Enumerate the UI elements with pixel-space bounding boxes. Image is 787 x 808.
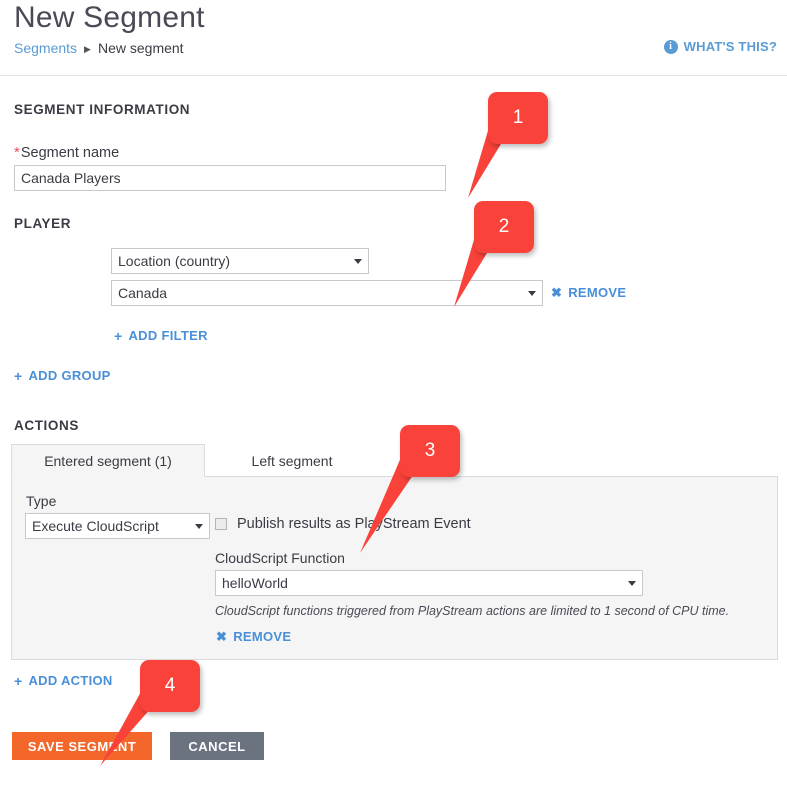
type-label: Type — [26, 493, 57, 509]
header-divider — [0, 75, 787, 76]
remove-action-label: REMOVE — [233, 629, 292, 644]
add-group-link[interactable]: + ADD GROUP — [14, 368, 111, 383]
page-title: New Segment — [14, 1, 205, 34]
cloudscript-help-text: CloudScript functions triggered from Pla… — [215, 604, 730, 618]
segment-name-input[interactable] — [14, 165, 446, 191]
section-heading-segment-information: SEGMENT INFORMATION — [14, 102, 191, 117]
callout-marker-4: 4 — [100, 660, 200, 766]
callout-marker-1: 1 — [468, 92, 548, 198]
close-icon: ✖ — [216, 629, 228, 644]
new-segment-page: New Segment Segments ▶ New segment i WHA… — [0, 0, 787, 787]
remove-filter-label: REMOVE — [568, 285, 627, 300]
add-filter-link[interactable]: + ADD FILTER — [114, 328, 208, 343]
whats-this-link[interactable]: i WHAT'S THIS? — [663, 39, 777, 54]
chevron-down-icon — [354, 258, 362, 264]
callout-bubble-1: 1 — [488, 92, 548, 144]
breadcrumb-link-segments[interactable]: Segments — [14, 40, 77, 56]
callout-bubble-4: 4 — [140, 660, 200, 712]
action-type-value: Execute CloudScript — [32, 518, 159, 534]
action-panel: Type Execute CloudScript Publish results… — [11, 476, 778, 660]
plus-icon: + — [14, 367, 23, 384]
plus-icon: + — [114, 327, 123, 344]
publish-playstream-checkbox-row[interactable]: Publish results as PlayStream Event — [215, 516, 471, 532]
required-asterisk-icon: * — [14, 144, 20, 161]
remove-action-link[interactable]: ✖ REMOVE — [216, 629, 291, 644]
filter-field-value: Location (country) — [118, 253, 231, 269]
cancel-button[interactable]: CANCEL — [170, 732, 264, 760]
actions-tabs: Entered segment (1) Left segment — [11, 444, 778, 477]
cloudscript-function-label: CloudScript Function — [215, 550, 345, 566]
tab-left-segment-label: Left segment — [251, 452, 333, 469]
add-filter-label: ADD FILTER — [128, 328, 208, 343]
tab-entered-segment[interactable]: Entered segment (1) — [11, 444, 205, 477]
remove-filter-link[interactable]: ✖ REMOVE — [551, 285, 626, 300]
publish-playstream-label: Publish results as PlayStream Event — [237, 516, 471, 532]
cloudscript-function-value: helloWorld — [222, 575, 288, 591]
callout-tail-icon — [468, 124, 512, 198]
close-icon: ✖ — [551, 285, 563, 300]
tab-left-segment[interactable]: Left segment — [205, 444, 379, 477]
filter-field-select[interactable]: Location (country) — [111, 248, 369, 274]
info-icon: i — [663, 39, 678, 54]
chevron-down-icon — [528, 290, 536, 296]
callout-marker-2: 2 — [454, 201, 534, 307]
tab-entered-segment-label: Entered segment (1) — [44, 452, 172, 469]
segment-name-label-text: Segment name — [20, 145, 120, 161]
whats-this-label: WHAT'S THIS? — [683, 39, 777, 54]
section-heading-actions: ACTIONS — [14, 418, 79, 433]
chevron-down-icon — [628, 580, 636, 586]
callout-bubble-2: 2 — [474, 201, 534, 253]
publish-playstream-checkbox[interactable] — [215, 518, 227, 530]
segment-name-label: * Segment name — [14, 144, 119, 161]
breadcrumb: Segments ▶ New segment — [14, 40, 184, 56]
chevron-down-icon — [195, 523, 203, 529]
cloudscript-function-select[interactable]: helloWorld — [215, 570, 643, 596]
breadcrumb-current: New segment — [97, 40, 184, 56]
add-group-label: ADD GROUP — [28, 368, 111, 383]
action-type-select[interactable]: Execute CloudScript — [25, 513, 210, 539]
save-segment-button[interactable]: SAVE SEGMENT — [12, 732, 152, 760]
add-action-link[interactable]: + ADD ACTION — [14, 673, 113, 688]
add-action-label: ADD ACTION — [28, 673, 113, 688]
plus-icon: + — [14, 672, 23, 689]
filter-value-select[interactable]: Canada — [111, 280, 543, 306]
filter-value-value: Canada — [118, 285, 168, 301]
section-heading-player: PLAYER — [14, 216, 72, 231]
chevron-right-icon: ▶ — [84, 43, 91, 54]
